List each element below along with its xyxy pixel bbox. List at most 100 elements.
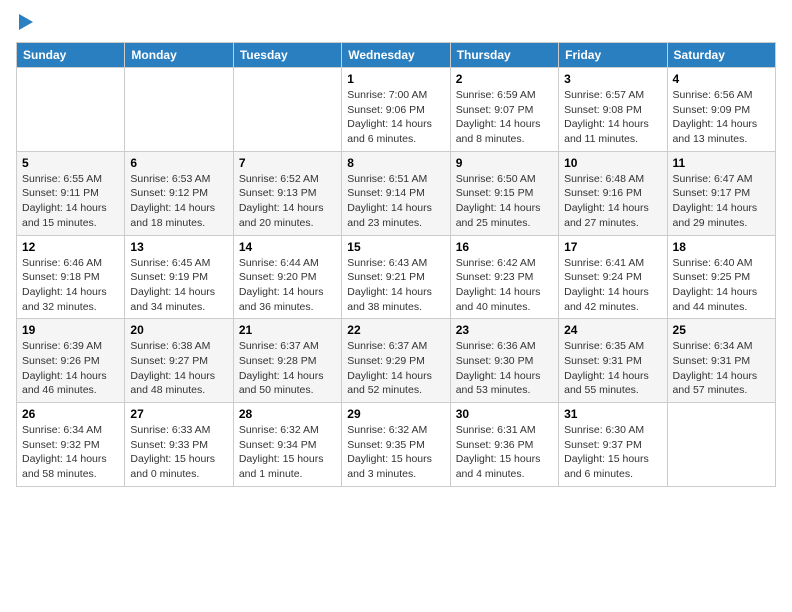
day-number: 24 [564,323,661,337]
calendar-cell: 18 Sunrise: 6:40 AM Sunset: 9:25 PM Dayli… [667,235,775,319]
calendar-week-4: 19Sunrise: 6:39 AM Sunset: 9:26 PM Dayli… [17,319,776,403]
calendar-cell: 20 Sunrise: 6:38 AM Sunset: 9:27 PM Dayli… [125,319,233,403]
day-info: Sunrise: 6:40 AM Sunset: 9:25 PM Dayligh… [673,256,770,315]
column-header-wednesday: Wednesday [342,43,450,68]
day-number: 30 [456,407,553,421]
day-info: Sunrise: 6:56 AM Sunset: 9:09 PM Dayligh… [673,88,770,147]
calendar-cell: 12 Sunrise: 6:46 AM Sunset: 9:18 PM Dayli… [17,235,125,319]
calendar-table: SundayMondayTuesdayWednesdayThursdayFrid… [16,42,776,487]
column-header-saturday: Saturday [667,43,775,68]
day-info: Sunrise: 6:47 AM Sunset: 9:17 PM Dayligh… [673,172,770,231]
day-info: Sunrise: 6:34 AM Sunset: 9:31 PM Dayligh… [673,339,770,398]
day-number: 31 [564,407,661,421]
calendar-cell: 15Sunrise: 6:43 AM Sunset: 9:21 PM Dayli… [342,235,450,319]
calendar-cell: 5 Sunrise: 6:55 AM Sunset: 9:11 PM Daylig… [17,151,125,235]
day-number: 27 [130,407,227,421]
calendar-cell: 4 Sunrise: 6:56 AM Sunset: 9:09 PM Daylig… [667,68,775,152]
day-number: 25 [673,323,770,337]
day-info: Sunrise: 6:31 AM Sunset: 9:36 PM Dayligh… [456,423,553,482]
calendar-cell [17,68,125,152]
day-info: Sunrise: 6:53 AM Sunset: 9:12 PM Dayligh… [130,172,227,231]
day-info: Sunrise: 6:48 AM Sunset: 9:16 PM Dayligh… [564,172,661,231]
day-number: 22 [347,323,444,337]
calendar-cell [667,403,775,487]
day-info: Sunrise: 7:00 AM Sunset: 9:06 PM Dayligh… [347,88,444,147]
column-header-tuesday: Tuesday [233,43,341,68]
calendar-week-1: 1 Sunrise: 7:00 AM Sunset: 9:06 PM Daylig… [17,68,776,152]
day-number: 6 [130,156,227,170]
day-info: Sunrise: 6:59 AM Sunset: 9:07 PM Dayligh… [456,88,553,147]
calendar-cell [125,68,233,152]
column-header-monday: Monday [125,43,233,68]
day-info: Sunrise: 6:37 AM Sunset: 9:28 PM Dayligh… [239,339,336,398]
day-number: 20 [130,323,227,337]
calendar-cell: 28Sunrise: 6:32 AM Sunset: 9:34 PM Dayli… [233,403,341,487]
day-number: 9 [456,156,553,170]
day-number: 4 [673,72,770,86]
day-number: 26 [22,407,119,421]
day-number: 10 [564,156,661,170]
calendar-cell: 6 Sunrise: 6:53 AM Sunset: 9:12 PM Daylig… [125,151,233,235]
calendar-cell: 30 Sunrise: 6:31 AM Sunset: 9:36 PM Dayli… [450,403,558,487]
calendar-cell [233,68,341,152]
calendar-cell: 8 Sunrise: 6:51 AM Sunset: 9:14 PM Daylig… [342,151,450,235]
day-info: Sunrise: 6:39 AM Sunset: 9:26 PM Dayligh… [22,339,119,398]
day-info: Sunrise: 6:55 AM Sunset: 9:11 PM Dayligh… [22,172,119,231]
calendar-cell: 24 Sunrise: 6:35 AM Sunset: 9:31 PM Dayli… [559,319,667,403]
day-info: Sunrise: 6:36 AM Sunset: 9:30 PM Dayligh… [456,339,553,398]
calendar-cell: 22 Sunrise: 6:37 AM Sunset: 9:29 PM Dayli… [342,319,450,403]
calendar-cell: 11 Sunrise: 6:47 AM Sunset: 9:17 PM Dayli… [667,151,775,235]
day-info: Sunrise: 6:46 AM Sunset: 9:18 PM Dayligh… [22,256,119,315]
calendar-cell: 23Sunrise: 6:36 AM Sunset: 9:30 PM Dayli… [450,319,558,403]
day-number: 13 [130,240,227,254]
column-header-sunday: Sunday [17,43,125,68]
day-info: Sunrise: 6:35 AM Sunset: 9:31 PM Dayligh… [564,339,661,398]
day-info: Sunrise: 6:52 AM Sunset: 9:13 PM Dayligh… [239,172,336,231]
calendar-header-row: SundayMondayTuesdayWednesdayThursdayFrid… [17,43,776,68]
calendar-cell: 17 Sunrise: 6:41 AM Sunset: 9:24 PM Dayli… [559,235,667,319]
day-info: Sunrise: 6:37 AM Sunset: 9:29 PM Dayligh… [347,339,444,398]
calendar-week-3: 12 Sunrise: 6:46 AM Sunset: 9:18 PM Dayli… [17,235,776,319]
day-number: 21 [239,323,336,337]
day-number: 16 [456,240,553,254]
day-info: Sunrise: 6:45 AM Sunset: 9:19 PM Dayligh… [130,256,227,315]
day-number: 8 [347,156,444,170]
calendar-cell: 14Sunrise: 6:44 AM Sunset: 9:20 PM Dayli… [233,235,341,319]
day-info: Sunrise: 6:51 AM Sunset: 9:14 PM Dayligh… [347,172,444,231]
day-info: Sunrise: 6:34 AM Sunset: 9:32 PM Dayligh… [22,423,119,482]
day-info: Sunrise: 6:32 AM Sunset: 9:34 PM Dayligh… [239,423,336,482]
day-number: 18 [673,240,770,254]
day-number: 11 [673,156,770,170]
calendar-cell: 13 Sunrise: 6:45 AM Sunset: 9:19 PM Dayli… [125,235,233,319]
day-number: 3 [564,72,661,86]
day-info: Sunrise: 6:38 AM Sunset: 9:27 PM Dayligh… [130,339,227,398]
day-number: 2 [456,72,553,86]
calendar-week-2: 5 Sunrise: 6:55 AM Sunset: 9:11 PM Daylig… [17,151,776,235]
calendar-cell: 21 Sunrise: 6:37 AM Sunset: 9:28 PM Dayli… [233,319,341,403]
calendar-body: 1 Sunrise: 7:00 AM Sunset: 9:06 PM Daylig… [17,68,776,487]
day-number: 5 [22,156,119,170]
day-info: Sunrise: 6:50 AM Sunset: 9:15 PM Dayligh… [456,172,553,231]
calendar-week-5: 26 Sunrise: 6:34 AM Sunset: 9:32 PM Dayli… [17,403,776,487]
calendar-cell: 3Sunrise: 6:57 AM Sunset: 9:08 PM Daylig… [559,68,667,152]
calendar-cell: 26 Sunrise: 6:34 AM Sunset: 9:32 PM Dayli… [17,403,125,487]
page-header [16,16,776,30]
day-number: 12 [22,240,119,254]
calendar-cell: 2 Sunrise: 6:59 AM Sunset: 9:07 PM Daylig… [450,68,558,152]
calendar-cell: 9 Sunrise: 6:50 AM Sunset: 9:15 PM Daylig… [450,151,558,235]
day-info: Sunrise: 6:42 AM Sunset: 9:23 PM Dayligh… [456,256,553,315]
day-info: Sunrise: 6:33 AM Sunset: 9:33 PM Dayligh… [130,423,227,482]
column-header-thursday: Thursday [450,43,558,68]
day-info: Sunrise: 6:43 AM Sunset: 9:21 PM Dayligh… [347,256,444,315]
calendar-cell: 10 Sunrise: 6:48 AM Sunset: 9:16 PM Dayli… [559,151,667,235]
logo-arrow-icon [19,14,33,30]
column-header-friday: Friday [559,43,667,68]
calendar-cell: 27 Sunrise: 6:33 AM Sunset: 9:33 PM Dayli… [125,403,233,487]
calendar-cell: 7Sunrise: 6:52 AM Sunset: 9:13 PM Daylig… [233,151,341,235]
day-number: 17 [564,240,661,254]
calendar-cell: 16 Sunrise: 6:42 AM Sunset: 9:23 PM Dayli… [450,235,558,319]
day-info: Sunrise: 6:41 AM Sunset: 9:24 PM Dayligh… [564,256,661,315]
calendar-cell: 19Sunrise: 6:39 AM Sunset: 9:26 PM Dayli… [17,319,125,403]
calendar-cell: 25 Sunrise: 6:34 AM Sunset: 9:31 PM Dayli… [667,319,775,403]
day-number: 1 [347,72,444,86]
